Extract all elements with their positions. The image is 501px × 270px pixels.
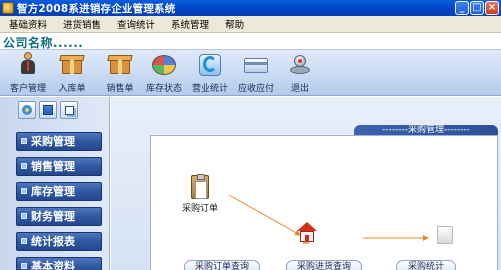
warehouse-house-icon[interactable] xyxy=(296,222,318,244)
sidebar-item-finance-management[interactable]: 财务管理 xyxy=(16,207,102,226)
menu-help[interactable]: 帮助 xyxy=(217,17,252,31)
bullet-icon xyxy=(21,238,27,244)
toolbar-exit-button[interactable]: 退出 xyxy=(278,52,322,94)
toolbar-inventory-status-button[interactable]: 库存状态 xyxy=(142,52,186,94)
pie-chart-icon xyxy=(151,52,177,78)
toolbar-label: 库存状态 xyxy=(145,84,182,94)
main-workspace: --------采购管理-------- xyxy=(111,97,501,270)
bullet-icon xyxy=(21,163,27,169)
purchase-order-label: 采购订单 xyxy=(181,204,218,214)
toolbar-label: 销售单 xyxy=(106,84,134,94)
box-icon xyxy=(59,52,85,78)
bullet-icon xyxy=(21,138,27,144)
sidebar-item-basic-data[interactable]: 基本资料 xyxy=(16,257,102,270)
flower-icon[interactable] xyxy=(18,101,36,119)
menu-query-statistics[interactable]: 查询统计 xyxy=(109,17,163,31)
window-title: 智方2008系进销存企业管理系统 xyxy=(17,2,176,15)
stack-icon[interactable] xyxy=(60,101,78,119)
close-button[interactable]: × xyxy=(485,1,499,15)
toolbar-label: 客户管理 xyxy=(9,84,46,94)
box-icon xyxy=(107,52,133,78)
menu-basic-data[interactable]: 基础资料 xyxy=(0,17,55,31)
maximize-button[interactable]: □ xyxy=(470,1,484,15)
company-bar: 公司名称...... xyxy=(0,33,501,50)
toolbar-sales-order-button[interactable]: 销售单 xyxy=(98,52,142,94)
company-name: 公司名称...... xyxy=(3,36,84,50)
toolbar: 客户管理 入库单 销售单 库存状态 营业统计 应收应付 退出 xyxy=(0,50,501,96)
toolbar-label: 入库单 xyxy=(58,84,86,94)
sidebar-item-label: 库存管理 xyxy=(31,185,75,198)
sidebar: 采购管理 销售管理 库存管理 财务管理 统计报表 基本资料 xyxy=(0,97,110,270)
sidebar-item-sales-management[interactable]: 销售管理 xyxy=(16,157,102,176)
sidebar-view-switcher xyxy=(18,101,78,119)
sidebar-item-statistics-reports[interactable]: 统计报表 xyxy=(16,232,102,251)
toolbar-label: 应收应付 xyxy=(237,84,274,94)
toolbar-stock-in-button[interactable]: 入库单 xyxy=(50,52,94,94)
bullet-icon xyxy=(21,188,27,194)
menu-purchase-sales[interactable]: 进货销售 xyxy=(55,17,109,31)
sidebar-item-label: 销售管理 xyxy=(31,160,75,173)
purchase-receipt-query-button[interactable]: 采购进货查询 xyxy=(286,260,362,270)
statistics-icon xyxy=(197,52,223,78)
toolbar-label: 退出 xyxy=(290,84,309,94)
clipboard-icon xyxy=(191,174,209,199)
sidebar-item-label: 基本资料 xyxy=(31,260,75,270)
purchase-statistics-button[interactable]: 采购统计 xyxy=(396,260,456,270)
purchase-order-node[interactable]: 采购订单 xyxy=(176,174,224,214)
bullet-icon xyxy=(21,263,27,269)
sidebar-item-purchase-management[interactable]: 采购管理 xyxy=(16,132,102,151)
sidebar-item-label: 采购管理 xyxy=(31,135,75,148)
minimize-button[interactable]: _ xyxy=(455,1,469,15)
sidebar-item-label: 财务管理 xyxy=(31,210,75,223)
sidebar-item-inventory-management[interactable]: 库存管理 xyxy=(16,182,102,201)
window-controls: _ □ × xyxy=(455,1,499,15)
toolbar-receivable-payable-button[interactable]: 应收应付 xyxy=(234,52,278,94)
document-icon[interactable] xyxy=(437,226,453,244)
purchase-order-query-button[interactable]: 采购订单查询 xyxy=(184,260,260,270)
card-icon xyxy=(243,52,269,78)
grid-icon[interactable] xyxy=(39,101,57,119)
bullet-icon xyxy=(21,213,27,219)
exit-icon xyxy=(287,52,313,78)
app-icon xyxy=(2,2,14,14)
sidebar-item-label: 统计报表 xyxy=(31,235,75,248)
customer-icon xyxy=(15,52,41,78)
title-bar[interactable]: 智方2008系进销存企业管理系统 _ □ × xyxy=(0,0,501,16)
toolbar-label: 营业统计 xyxy=(191,84,228,94)
toolbar-customer-management-button[interactable]: 客户管理 xyxy=(6,52,50,94)
toolbar-business-statistics-button[interactable]: 营业统计 xyxy=(188,52,232,94)
menu-system-management[interactable]: 系统管理 xyxy=(163,17,217,31)
menu-bar: 基础资料 进货销售 查询统计 系统管理 帮助 xyxy=(0,16,501,33)
